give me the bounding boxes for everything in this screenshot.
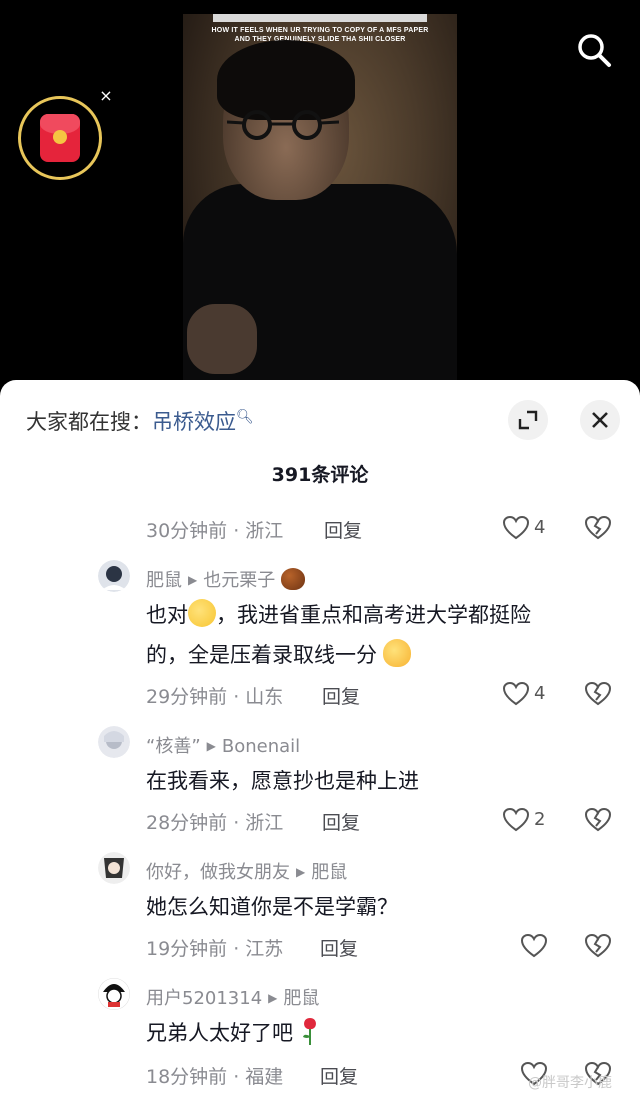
video-frame[interactable]: HOW IT FEELS WHEN UR TRYING TO COPY OF A… [183,14,457,400]
search-icon: 🔍︎ [236,409,254,425]
comment-author[interactable]: 用户5201314 [146,988,262,1009]
comment-time-location: 30分钟前 · 浙江 [146,520,284,542]
reply-button[interactable]: 回复 [320,1062,358,1089]
comment-time-location: 29分钟前 · 山东 [146,686,284,708]
hot-search-term[interactable]: 吊桥效应 [152,410,236,434]
like-count: 4 [534,683,546,704]
video-player[interactable]: HOW IT FEELS WHEN UR TRYING TO COPY OF A… [0,0,640,400]
person-hand [187,304,257,374]
comment-author-line: “核善” ▶ Bonenail [146,732,300,758]
broken-heart-icon[interactable] [584,680,612,708]
comment-author-line: 肥鼠 ▶ 也元栗子 [146,566,305,592]
close-icon[interactable]: × [96,86,116,106]
expand-icon[interactable] [508,400,548,440]
heart-icon[interactable] [502,514,530,542]
like-count: 2 [534,809,546,830]
avatar[interactable] [98,560,130,592]
reply-to-user[interactable]: Bonenail [222,736,300,757]
red-envelope-button[interactable] [18,96,102,180]
glasses-icon [227,110,339,140]
reply-to-user[interactable]: 肥鼠 [283,988,319,1009]
watermark: @胖哥李小鹿 [528,1075,612,1091]
heart-icon[interactable] [502,680,530,708]
reply-button[interactable]: 回复 [320,934,358,961]
comment-text: 兄弟人太好了吧 [146,1014,320,1052]
person-hair [217,40,355,120]
reply-to-user[interactable]: 肥鼠 [311,862,347,883]
comment-time-location: 28分钟前 · 浙江 [146,812,284,834]
avatar[interactable] [98,978,130,1010]
video-caption: HOW IT FEELS WHEN UR TRYING TO COPY OF A… [211,27,429,43]
close-icon[interactable] [580,400,620,440]
comment-author[interactable]: 肥鼠 [146,570,182,591]
comment-author-line: 用户5201314 ▶ 肥鼠 [146,984,319,1010]
comment-author[interactable]: “核善” [146,736,201,757]
comment-time-location: 19分钟前 · 江苏 [146,938,284,960]
comment-sheet: 大家都在搜：吊桥效应🔍︎ 391条评论 30分钟前 · 浙江 回复 4 肥鼠 ▶ 也… [0,380,640,1101]
reply-button[interactable]: 回复 [322,682,360,709]
reply-button[interactable]: 回复 [324,516,362,543]
hot-search-bar[interactable]: 大家都在搜：吊桥效应🔍︎ [26,406,254,436]
reply-button[interactable]: 回复 [322,808,360,835]
comment-text: 也对 ，我进省重点和高考进大学都挺险 [146,596,531,634]
comment-text: 的，全是压着录取线一分 [146,636,411,674]
comment-author[interactable]: 你好，做我女朋友 [146,862,290,883]
reply-arrow-icon: ▶ [296,865,306,879]
heart-icon[interactable] [520,932,548,960]
reply-arrow-icon: ▶ [206,739,216,753]
red-envelope-coin [53,130,67,144]
avatar[interactable] [98,726,130,758]
comment-author-line: 你好，做我女朋友 ▶ 肥鼠 [146,858,347,884]
red-envelope-icon [40,114,80,162]
broken-heart-icon[interactable] [584,514,612,542]
comment-time-location: 18分钟前 · 福建 [146,1066,284,1088]
hot-search-prefix: 大家都在搜： [26,410,152,434]
reply-to-user[interactable]: 也元栗子 [203,570,275,591]
comment-count: 391条评论 [271,464,369,486]
search-icon[interactable] [574,30,614,70]
comment-text: 她怎么知道你是不是学霸？ [146,895,398,919]
chestnut-emoji-icon [280,568,305,590]
reply-arrow-icon: ▶ [188,573,198,587]
avatar[interactable] [98,852,130,884]
caption-strip [213,14,427,22]
reply-arrow-icon: ▶ [268,991,278,1005]
like-count: 4 [534,517,546,538]
comment-text: 在我看来，愿意抄也是种上进 [146,769,419,793]
broken-heart-icon[interactable] [584,806,612,834]
heart-icon[interactable] [502,806,530,834]
broken-heart-icon[interactable] [584,932,612,960]
smug-emoji-icon [188,599,216,627]
yellow-face-emoji-icon [383,639,411,667]
rose-emoji-icon [302,1018,316,1045]
